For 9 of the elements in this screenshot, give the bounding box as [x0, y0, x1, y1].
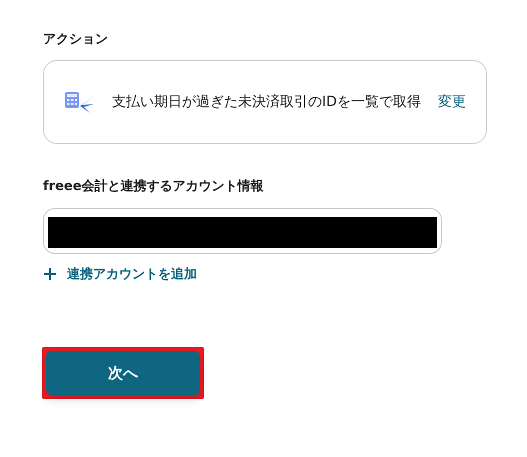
action-description: 支払い期日が過ぎた未決済取引のIDを一覧で取得 — [112, 93, 422, 111]
section-label: freee会計と連携するアカウント情報 — [43, 178, 265, 196]
section-label: アクション — [43, 31, 109, 49]
add-account-link[interactable]: 連携アカウントを追加 — [67, 265, 197, 283]
change-link[interactable]: 変更 — [438, 93, 466, 111]
next-button[interactable]: 次へ — [46, 351, 200, 395]
plus-icon — [43, 267, 57, 281]
calculator-bird-icon — [64, 90, 96, 114]
account-field[interactable] — [43, 208, 442, 254]
